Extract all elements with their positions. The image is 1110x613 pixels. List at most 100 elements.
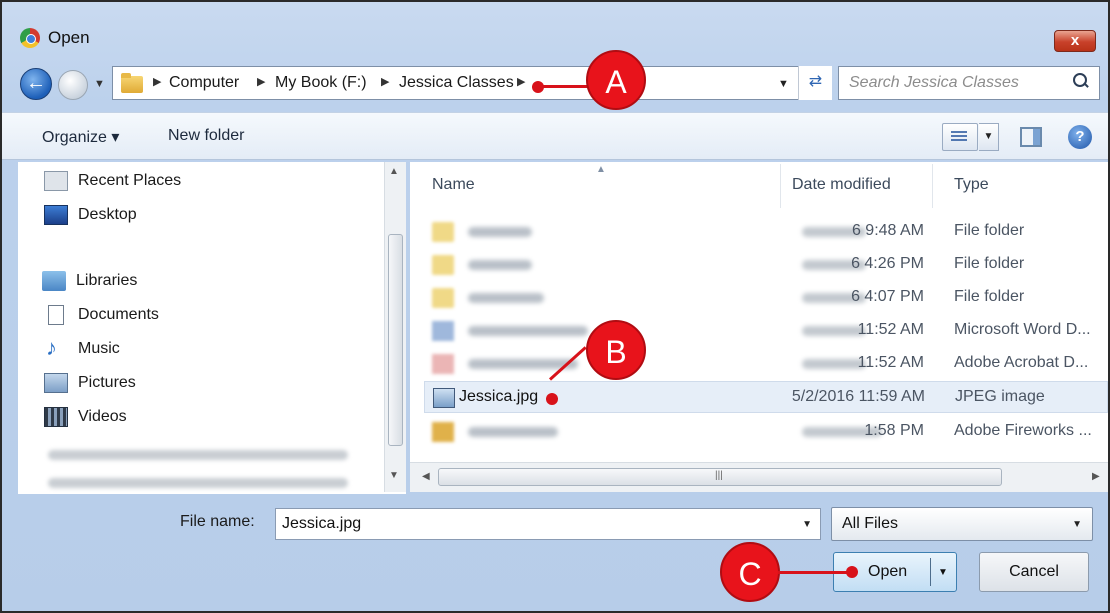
back-button[interactable]: ← bbox=[20, 68, 52, 100]
redacted-file-name bbox=[468, 326, 588, 336]
organize-button[interactable]: Organize ▾ bbox=[42, 127, 119, 147]
folder-icon bbox=[432, 255, 454, 275]
documents-icon bbox=[48, 305, 64, 325]
file-row-selected[interactable]: Jessica.jpg 5/2/2016 11:59 AM JPEG image bbox=[424, 381, 1108, 413]
file-row[interactable]: 6 4:26 PM File folder bbox=[424, 249, 1108, 281]
column-header-name[interactable]: Name bbox=[432, 176, 475, 194]
file-type: File folder bbox=[954, 222, 1025, 239]
recent-places-icon bbox=[44, 171, 68, 191]
close-button[interactable]: x bbox=[1054, 30, 1096, 52]
redacted-sidebar-item bbox=[48, 450, 348, 460]
file-row[interactable]: 6 4:07 PM File folder bbox=[424, 282, 1108, 314]
scroll-left-icon[interactable]: ◀ bbox=[422, 471, 430, 482]
address-bar[interactable]: ▶ Computer ▶ My Book (F:) ▶ Jessica Clas… bbox=[112, 66, 832, 100]
redacted-file-name bbox=[468, 227, 532, 237]
file-type: File folder bbox=[954, 255, 1025, 272]
preview-pane-icon[interactable] bbox=[1020, 127, 1042, 147]
file-type: Adobe Fireworks ... bbox=[954, 422, 1092, 439]
column-divider[interactable] bbox=[780, 164, 781, 208]
horizontal-scrollbar[interactable]: ◀ ||| ▶ bbox=[410, 462, 1108, 492]
search-icon[interactable] bbox=[1071, 72, 1091, 92]
column-header-type[interactable]: Type bbox=[954, 176, 989, 194]
breadcrumb-chevron-icon[interactable]: ▶ bbox=[517, 75, 525, 88]
music-icon bbox=[44, 335, 64, 361]
desktop-icon bbox=[44, 205, 68, 225]
callout-b: B bbox=[586, 320, 646, 380]
file-date: 11:52 AM bbox=[857, 354, 924, 371]
column-header-date-modified[interactable]: Date modified bbox=[792, 176, 891, 194]
cancel-button[interactable]: Cancel bbox=[979, 552, 1089, 592]
file-type: JPEG image bbox=[955, 388, 1045, 405]
file-date: 6 4:07 PM bbox=[851, 288, 924, 305]
open-options-dropdown-icon[interactable]: ▼ bbox=[938, 567, 948, 578]
chevron-down-icon[interactable]: ▼ bbox=[802, 519, 812, 530]
column-divider[interactable] bbox=[932, 164, 933, 208]
title-bar: Open x bbox=[2, 2, 1108, 58]
new-folder-button[interactable]: New folder bbox=[168, 127, 244, 145]
libraries-icon bbox=[42, 271, 66, 291]
file-type-select[interactable]: All Files ▼ bbox=[831, 507, 1093, 541]
file-date: 6 4:26 PM bbox=[851, 255, 924, 272]
scroll-up-icon[interactable]: ▲ bbox=[389, 166, 399, 177]
breadcrumb-chevron-icon[interactable]: ▶ bbox=[257, 75, 265, 88]
sort-ascending-icon: ▲ bbox=[596, 164, 606, 175]
scrollbar-grip-icon: ||| bbox=[715, 470, 723, 481]
scrollbar-thumb[interactable]: ||| bbox=[438, 468, 1002, 486]
breadcrumb-my-book[interactable]: My Book (F:) bbox=[275, 74, 367, 92]
file-name-label: File name: bbox=[180, 513, 255, 530]
scroll-down-icon[interactable]: ▼ bbox=[389, 470, 399, 481]
navigation-scrollbar[interactable]: ▲ ▼ bbox=[384, 162, 406, 492]
callout-a-pointer bbox=[538, 85, 588, 88]
file-type: File folder bbox=[954, 288, 1025, 305]
file-date: 6 9:48 AM bbox=[851, 222, 924, 239]
sidebar-item-label: Documents bbox=[78, 306, 159, 323]
sidebar-item-label: Pictures bbox=[78, 374, 136, 391]
forward-button[interactable] bbox=[58, 70, 88, 100]
file-date: 11:52 AM bbox=[857, 321, 924, 338]
sidebar-item-label: Recent Places bbox=[78, 172, 182, 189]
file-date: 1:58 PM bbox=[864, 422, 924, 439]
redacted-file-name bbox=[468, 260, 532, 270]
view-options-dropdown-icon[interactable]: ▼ bbox=[979, 123, 999, 151]
redacted-file-name bbox=[468, 293, 544, 303]
file-type-value: All Files bbox=[842, 515, 899, 532]
address-history-dropdown-icon[interactable]: ▼ bbox=[778, 78, 789, 90]
callout-c: C bbox=[720, 542, 780, 602]
breadcrumb-computer[interactable]: Computer bbox=[169, 74, 239, 92]
refresh-icon[interactable]: ⇄ bbox=[798, 66, 832, 100]
breadcrumb-jessica-classes[interactable]: Jessica Classes bbox=[399, 74, 514, 92]
file-type: Microsoft Word D... bbox=[954, 321, 1091, 338]
sidebar-item-label: Desktop bbox=[78, 206, 137, 223]
callout-a: A bbox=[586, 50, 646, 110]
file-row[interactable]: 6 9:48 AM File folder bbox=[424, 216, 1108, 248]
breadcrumb-chevron-icon[interactable]: ▶ bbox=[381, 75, 389, 88]
callout-c-pointer bbox=[778, 571, 850, 574]
file-row[interactable]: 11:52 AM Microsoft Word D... bbox=[424, 315, 1108, 347]
file-row[interactable]: 1:58 PM Adobe Fireworks ... bbox=[424, 416, 1108, 448]
open-file-dialog: Open x ← ▼ ▶ Computer ▶ My Book (F:) ▶ J… bbox=[0, 0, 1110, 613]
file-name: Jessica.jpg bbox=[459, 388, 539, 405]
recent-locations-dropdown-icon[interactable]: ▼ bbox=[94, 78, 105, 90]
scroll-right-icon[interactable]: ▶ bbox=[1092, 471, 1100, 482]
sidebar-item-label: Videos bbox=[78, 408, 127, 425]
file-row[interactable]: 11:52 AM Adobe Acrobat D... bbox=[424, 348, 1108, 380]
split-divider bbox=[930, 558, 931, 586]
search-box[interactable] bbox=[838, 66, 1100, 100]
folder-icon bbox=[432, 288, 454, 308]
file-name-input[interactable] bbox=[282, 514, 772, 534]
search-input[interactable] bbox=[849, 73, 1059, 93]
callout-b-pointer-dot bbox=[546, 393, 558, 405]
file-type: Adobe Acrobat D... bbox=[954, 354, 1089, 371]
image-file-icon bbox=[433, 388, 455, 408]
sidebar-item-label: Libraries bbox=[76, 272, 138, 289]
chevron-down-icon[interactable]: ▼ bbox=[1072, 519, 1082, 530]
pictures-icon bbox=[44, 373, 68, 393]
scrollbar-thumb[interactable] bbox=[388, 234, 403, 446]
file-name-combobox[interactable]: ▼ bbox=[275, 508, 821, 540]
breadcrumb-chevron-icon[interactable]: ▶ bbox=[153, 75, 161, 88]
folder-icon bbox=[121, 73, 143, 93]
help-icon[interactable]: ? bbox=[1068, 125, 1092, 149]
change-view-icon[interactable] bbox=[942, 123, 978, 151]
pdf-document-icon bbox=[432, 354, 454, 374]
navigation-pane: Recent Places Desktop Libraries Document… bbox=[18, 162, 406, 494]
